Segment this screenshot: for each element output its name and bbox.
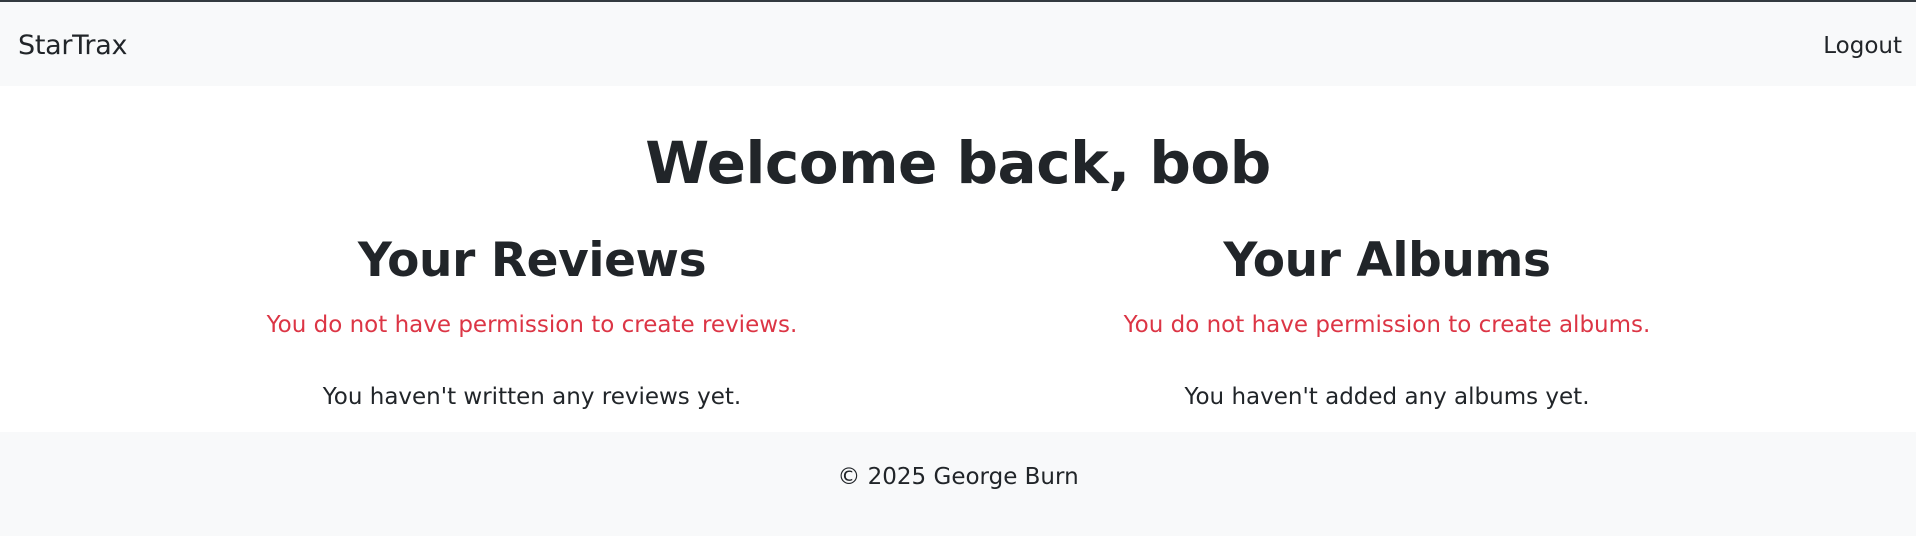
reviews-empty-message: You haven't written any reviews yet. — [322, 384, 742, 410]
albums-empty-message: You haven't added any albums yet. — [1184, 384, 1590, 410]
reviews-section: Your Reviews You do not have permission … — [182, 232, 882, 412]
footer: © 2025 George Burn — [0, 432, 1916, 536]
brand-link[interactable]: StarTrax — [18, 2, 127, 90]
reviews-heading: Your Reviews — [357, 233, 707, 288]
reviews-permission-message: You do not have permission to create rev… — [266, 312, 798, 338]
albums-section: Your Albums You do not have permission t… — [1037, 232, 1737, 412]
albums-heading: Your Albums — [1223, 233, 1551, 288]
page-title: Welcome back, bob — [645, 129, 1271, 197]
navbar: StarTrax Logout — [0, 2, 1916, 86]
copyright-text: © 2025 George Burn — [837, 464, 1079, 490]
albums-permission-message: You do not have permission to create alb… — [1123, 312, 1651, 338]
logout-link[interactable]: Logout — [1823, 2, 1902, 90]
